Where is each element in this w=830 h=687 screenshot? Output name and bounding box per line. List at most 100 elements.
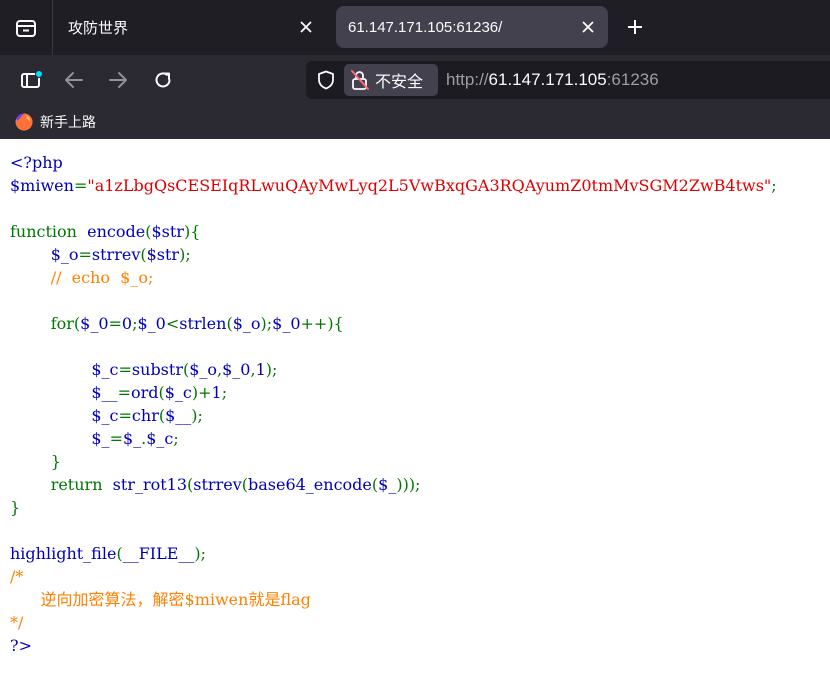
back-button[interactable]: [57, 63, 91, 97]
code-token: $_c: [164, 383, 192, 402]
plus-icon: [628, 20, 642, 34]
code-token: ;: [771, 176, 777, 195]
code-token: ++){: [300, 314, 344, 333]
code-token: =: [118, 360, 132, 379]
code-token: $__: [165, 406, 192, 425]
tracking-protection-button[interactable]: [314, 68, 338, 92]
tab-overview-icon: [16, 20, 36, 37]
code-token: ord: [130, 383, 159, 402]
tab-bar: 攻防世界 61.147.171.105:61236/: [0, 0, 830, 55]
code-token: ){: [183, 222, 201, 241]
miwen-string: "a1zLbgQsCESEIqRLwuQAyMwLyq2L5VwBxqGA3RQ…: [87, 176, 772, 195]
code-token: $miwen: [10, 176, 74, 195]
code-token: ;: [221, 383, 228, 402]
code-token: strrev: [91, 245, 141, 264]
code-token: substr: [131, 360, 183, 379]
code-line: // echo $_o;: [10, 266, 777, 289]
code-token: highlight_file: [10, 544, 117, 563]
code-token: $_c: [146, 429, 174, 448]
code-token: $_0: [137, 314, 166, 333]
code-token: $_0: [272, 314, 301, 333]
code-token: $_0: [222, 360, 251, 379]
code-token: );: [179, 245, 191, 264]
code-token: <: [165, 314, 180, 333]
code-token: );: [194, 544, 207, 563]
forward-button[interactable]: [101, 63, 135, 97]
code-line: /*: [10, 565, 777, 588]
code-line: for($_0=0;$_0<strlen($_o);$_0++){: [10, 312, 777, 335]
firefox-icon: [15, 113, 33, 131]
code-comment: // echo $_o;: [50, 268, 154, 287]
code-token: $_o: [189, 360, 218, 379]
code-token: $str: [151, 222, 184, 241]
code-token: )+: [191, 383, 212, 402]
url-bar[interactable]: 不安全 http://61.147.171.105:61236: [306, 61, 830, 99]
code-token: function: [10, 222, 88, 241]
code-token: $str: [146, 245, 180, 264]
insecure-lock-icon: [351, 70, 369, 90]
url-host: 61.147.171.105: [488, 70, 607, 89]
code-token: strlen: [179, 314, 227, 333]
new-tab-button[interactable]: [620, 12, 650, 42]
close-icon: [582, 21, 594, 33]
code-token: for(: [50, 314, 81, 333]
sidebar-icon: [21, 70, 43, 88]
tab-overview-button[interactable]: [10, 12, 42, 44]
code-line: <?php: [10, 151, 777, 174]
code-line: */: [10, 611, 777, 634]
site-security-button[interactable]: 不安全: [344, 64, 438, 96]
code-token: );: [265, 360, 278, 379]
code-token: =: [73, 176, 88, 195]
tab-close-button[interactable]: [576, 15, 600, 39]
page-content: <?php $miwen="a1zLbgQsCESEIqRLwuQAyMwLyq…: [0, 139, 830, 687]
code-token: $__: [91, 383, 118, 402]
close-icon: [300, 21, 312, 33]
url-scheme: http://: [446, 70, 489, 89]
code-token: $_: [91, 429, 110, 448]
code-line: function encode($str){: [10, 220, 777, 243]
code-token: =: [118, 406, 132, 425]
reload-button[interactable]: [146, 63, 180, 97]
code-line: $_c=substr($_o,$_0,1);: [10, 358, 777, 381]
tab-gongfang[interactable]: 攻防世界: [56, 6, 326, 48]
code-comment: 逆向加密算法，解密$miwen就是flag: [10, 590, 311, 609]
code-token: $_0: [80, 314, 109, 333]
url-text[interactable]: http://61.147.171.105:61236: [446, 70, 659, 90]
code-token: str_rot13: [112, 475, 188, 494]
code-line: $miwen="a1zLbgQsCESEIqRLwuQAyMwLyq2L5VwB…: [10, 174, 777, 197]
code-token: =: [117, 383, 131, 402]
code-line: $_=$_.$_c;: [10, 427, 777, 450]
bookmark-getting-started[interactable]: 新手上路: [14, 111, 96, 133]
code-token: $_c: [91, 406, 119, 425]
php-close-tag: ?>: [10, 636, 32, 655]
sidebar-button[interactable]: [14, 63, 48, 97]
code-comment: */: [10, 613, 24, 632]
code-token: );: [260, 314, 273, 333]
code-token: =: [78, 245, 92, 264]
code-line: 逆向加密算法，解密$miwen就是flag: [10, 588, 777, 611]
code-token: =: [109, 429, 123, 448]
bookmarks-toolbar: 新手上路: [0, 105, 830, 139]
security-label: 不安全: [375, 72, 424, 91]
tab-current[interactable]: 61.147.171.105:61236/: [336, 6, 608, 48]
code-line: ?>: [10, 634, 777, 657]
code-token: $_c: [91, 360, 119, 379]
code-line: highlight_file(__FILE__);: [10, 542, 777, 565]
arrow-right-icon: [109, 72, 127, 88]
arrow-left-icon: [65, 72, 83, 88]
shield-icon: [318, 70, 334, 90]
code-token: 1: [211, 383, 222, 402]
code-token: $_: [122, 429, 142, 448]
code-line: }: [10, 496, 777, 519]
code-line: $_c=chr($__);: [10, 404, 777, 427]
code-comment: /*: [10, 567, 24, 586]
code-line: $__=ord($_c)+1;: [10, 381, 777, 404]
code-token: 1: [255, 360, 266, 379]
code-token: base64_encode: [247, 475, 372, 494]
code-token: }: [50, 452, 61, 471]
tab-close-button[interactable]: [294, 15, 318, 39]
tab-title: 攻防世界: [68, 19, 129, 37]
code-token: chr: [131, 406, 159, 425]
